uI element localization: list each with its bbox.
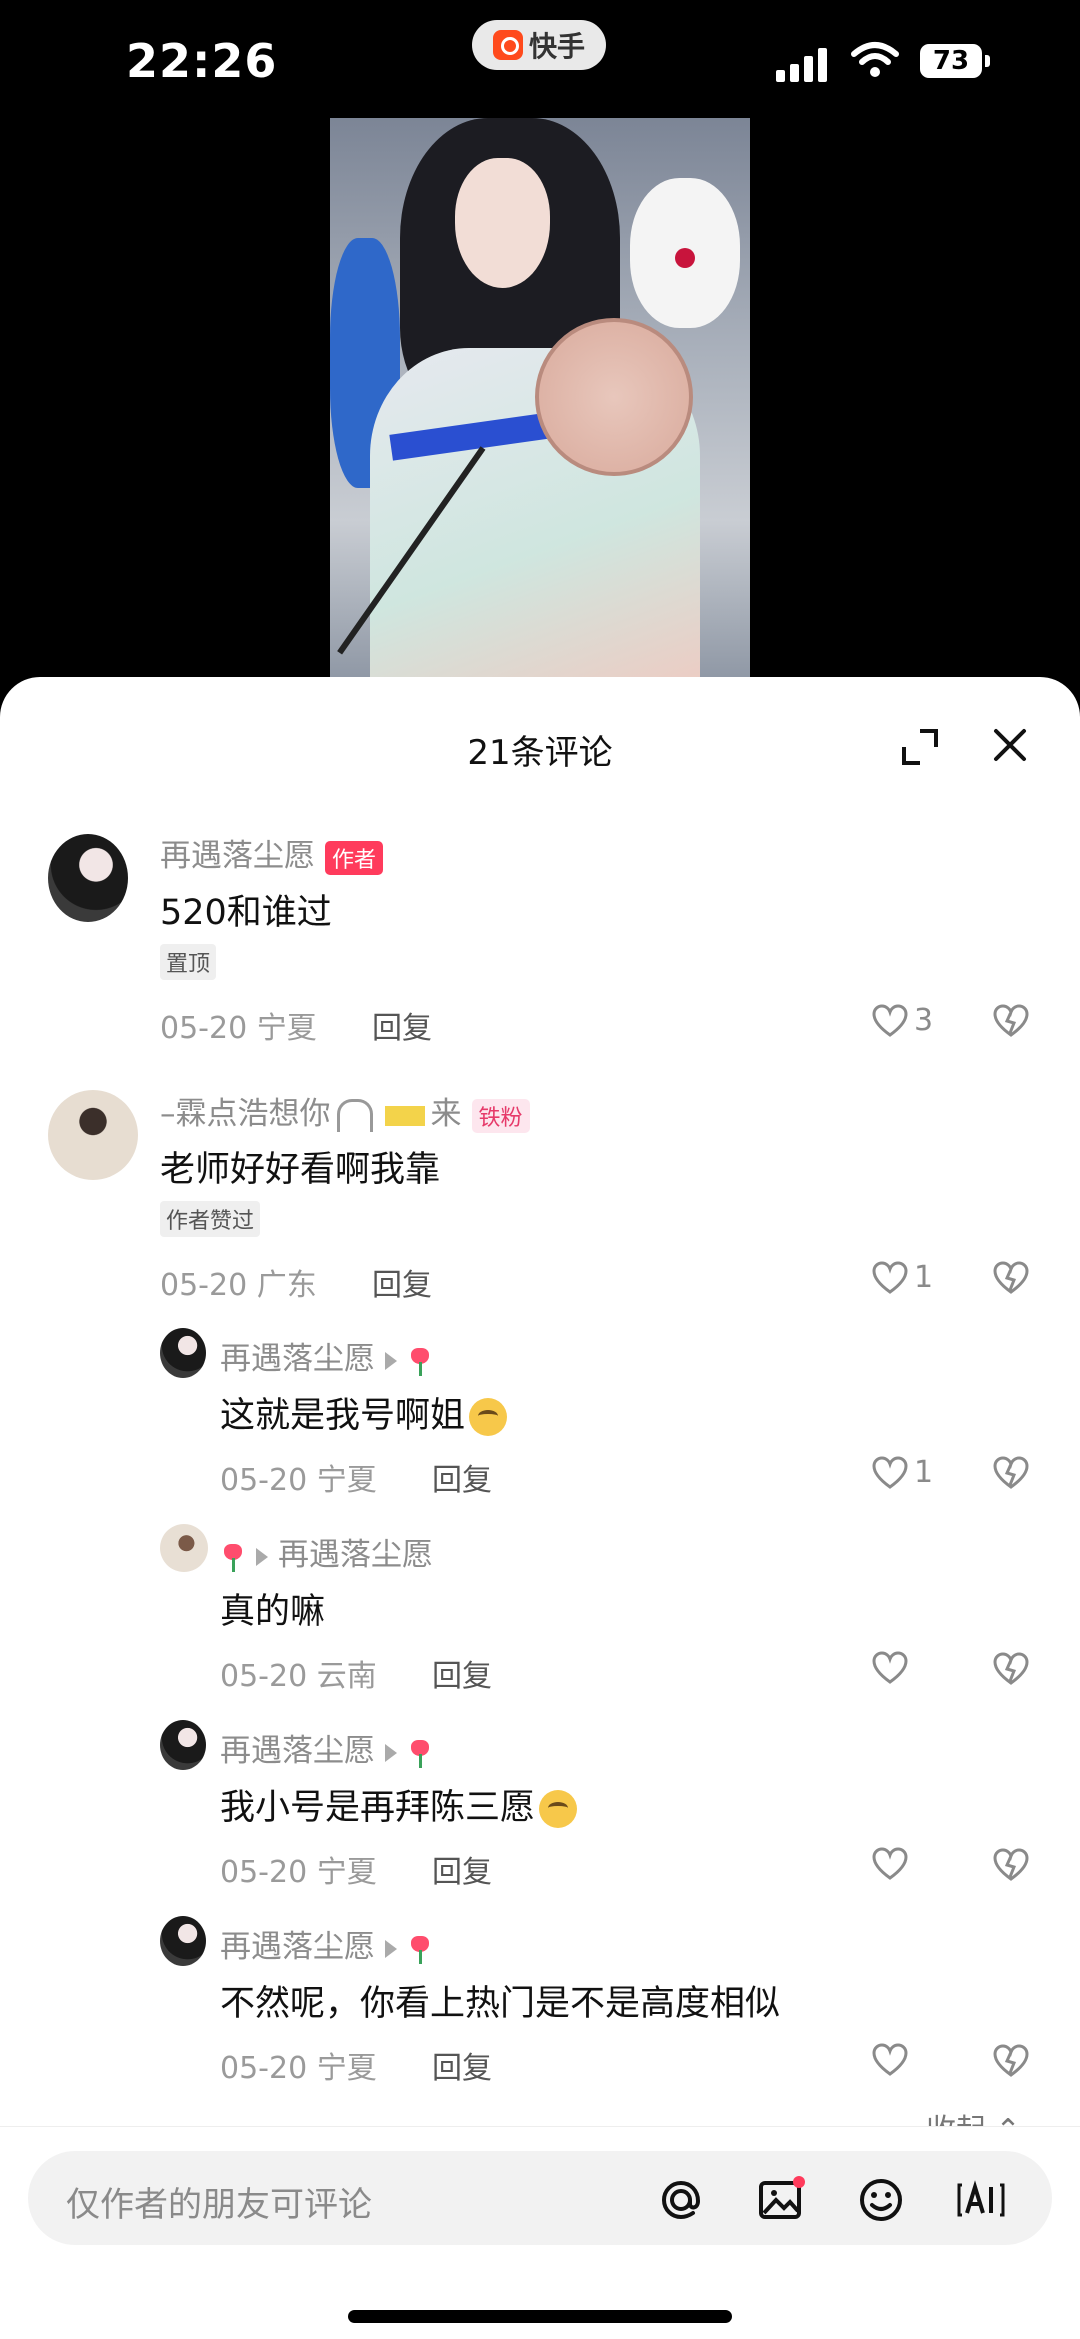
avatar[interactable] (160, 1720, 206, 1770)
heart-icon (872, 2043, 908, 2076)
like-count: 1 (914, 1455, 934, 1490)
wifi-icon (851, 42, 899, 77)
kuaishou-logo-icon (492, 30, 523, 60)
dislike-icon[interactable] (993, 1004, 1029, 1038)
battery-icon: 73 (920, 44, 990, 78)
reply-text: 我小号是再拜陈三愿 (220, 1779, 578, 1830)
reply-username[interactable]: 再遇落尘愿 (220, 1529, 433, 1574)
comment-text: 520和谁过 (160, 893, 332, 933)
signal-icon (776, 46, 832, 82)
reply-button[interactable]: 回复 (432, 1651, 492, 1695)
eye-roll-emoji-icon (539, 1790, 578, 1828)
emoji-icon[interactable] (856, 2175, 906, 2225)
comment-input-placeholder: 仅作者的朋友可评论 (66, 2185, 372, 2225)
like-count: 1 (914, 1260, 934, 1295)
reply-arrow-icon (385, 1743, 397, 1762)
fan-tag: 铁粉 (471, 1098, 530, 1133)
kuaishou-pill[interactable]: 快手 (472, 20, 606, 70)
tulip-icon (407, 1346, 433, 1376)
embarrassed-emoji-icon (469, 1398, 508, 1436)
reply-date-location: 05-20 宁夏 (220, 1463, 377, 1498)
pinned-badge: 置顶 (160, 944, 217, 980)
reply-button[interactable]: 回复 (372, 1260, 432, 1304)
app-pill-label: 快手 (528, 30, 585, 63)
reply-text: 这就是我号啊姐 (220, 1387, 508, 1438)
tulip-icon (407, 1738, 433, 1768)
reply-date-location: 05-20 宁夏 (220, 1855, 377, 1890)
reply-button[interactable]: 回复 (372, 1003, 432, 1047)
reply-username[interactable]: 再遇落尘愿 (220, 1333, 433, 1378)
dislike-icon[interactable] (993, 1652, 1029, 1686)
expand-icon[interactable] (900, 727, 940, 767)
comment-input-bar: 仅作者的朋友可评论 (0, 2126, 1080, 2339)
reply-username[interactable]: 再遇落尘愿 (220, 1725, 433, 1770)
like-count: 3 (914, 1003, 934, 1038)
status-bar: 22:26 快手 73 (0, 0, 1080, 120)
battery-level: 73 (932, 46, 970, 76)
avatar[interactable] (160, 1328, 206, 1378)
heart-icon (872, 1455, 908, 1489)
like-button[interactable] (872, 1847, 914, 1881)
ai-icon[interactable] (956, 2175, 1006, 2225)
like-button[interactable] (872, 2043, 914, 2077)
avatar[interactable] (48, 834, 128, 922)
reply-text: 不然呢，你看上热门是不是高度相似 (220, 1984, 781, 2024)
comment-username[interactable]: 再遇落尘愿 作者 (160, 830, 384, 875)
at-icon[interactable] (656, 2175, 706, 2225)
comment-text: 老师好好看啊我靠 (160, 1150, 441, 1190)
heart-icon (872, 1651, 908, 1684)
video-preview[interactable] (330, 118, 750, 693)
heart-icon (872, 1003, 908, 1037)
like-button[interactable]: 3 (872, 1003, 933, 1038)
tulip-icon (407, 1934, 433, 1964)
home-indicator[interactable] (348, 2310, 732, 2323)
avatar[interactable] (48, 1090, 138, 1180)
heart-icon (872, 1847, 908, 1880)
like-button[interactable] (872, 1651, 914, 1685)
reply-arrow-icon (256, 1547, 268, 1566)
image-icon[interactable] (756, 2175, 806, 2225)
close-icon[interactable] (990, 725, 1030, 765)
reply-button[interactable]: 回复 (432, 2043, 492, 2087)
dislike-icon[interactable] (993, 2044, 1029, 2078)
reply-arrow-icon (385, 1939, 397, 1958)
reply-date-location: 05-20 云南 (220, 1659, 377, 1694)
dislike-icon[interactable] (993, 1261, 1029, 1295)
comment-date-location: 05-20 广东 (160, 1268, 317, 1303)
headphones-icon (336, 1099, 373, 1132)
reply-date-location: 05-20 宁夏 (220, 2051, 377, 2086)
reply-username[interactable]: 再遇落尘愿 (220, 1921, 433, 1966)
like-button[interactable]: 1 (872, 1260, 933, 1295)
like-button[interactable]: 1 (872, 1455, 933, 1490)
reply-button[interactable]: 回复 (432, 1847, 492, 1891)
author-liked-badge: 作者赞过 (160, 1201, 261, 1237)
tulip-icon (220, 1542, 246, 1572)
heart-icon (872, 1260, 908, 1294)
author-tag: 作者 (325, 840, 384, 875)
avatar[interactable] (160, 1524, 208, 1572)
dislike-icon[interactable] (993, 1456, 1029, 1490)
reply-button[interactable]: 回复 (432, 1455, 492, 1499)
ticket-icon (384, 1105, 425, 1126)
dislike-icon[interactable] (993, 1848, 1029, 1882)
avatar[interactable] (160, 1916, 206, 1966)
status-time: 22:26 (126, 34, 278, 88)
comment-input[interactable]: 仅作者的朋友可评论 (28, 2151, 1052, 2245)
comment-date-location: 05-20 宁夏 (160, 1011, 317, 1046)
reply-text: 真的嘛 (220, 1592, 326, 1632)
reply-arrow-icon (385, 1351, 397, 1370)
comment-username[interactable]: –霖点浩想你来铁粉 (160, 1088, 530, 1133)
